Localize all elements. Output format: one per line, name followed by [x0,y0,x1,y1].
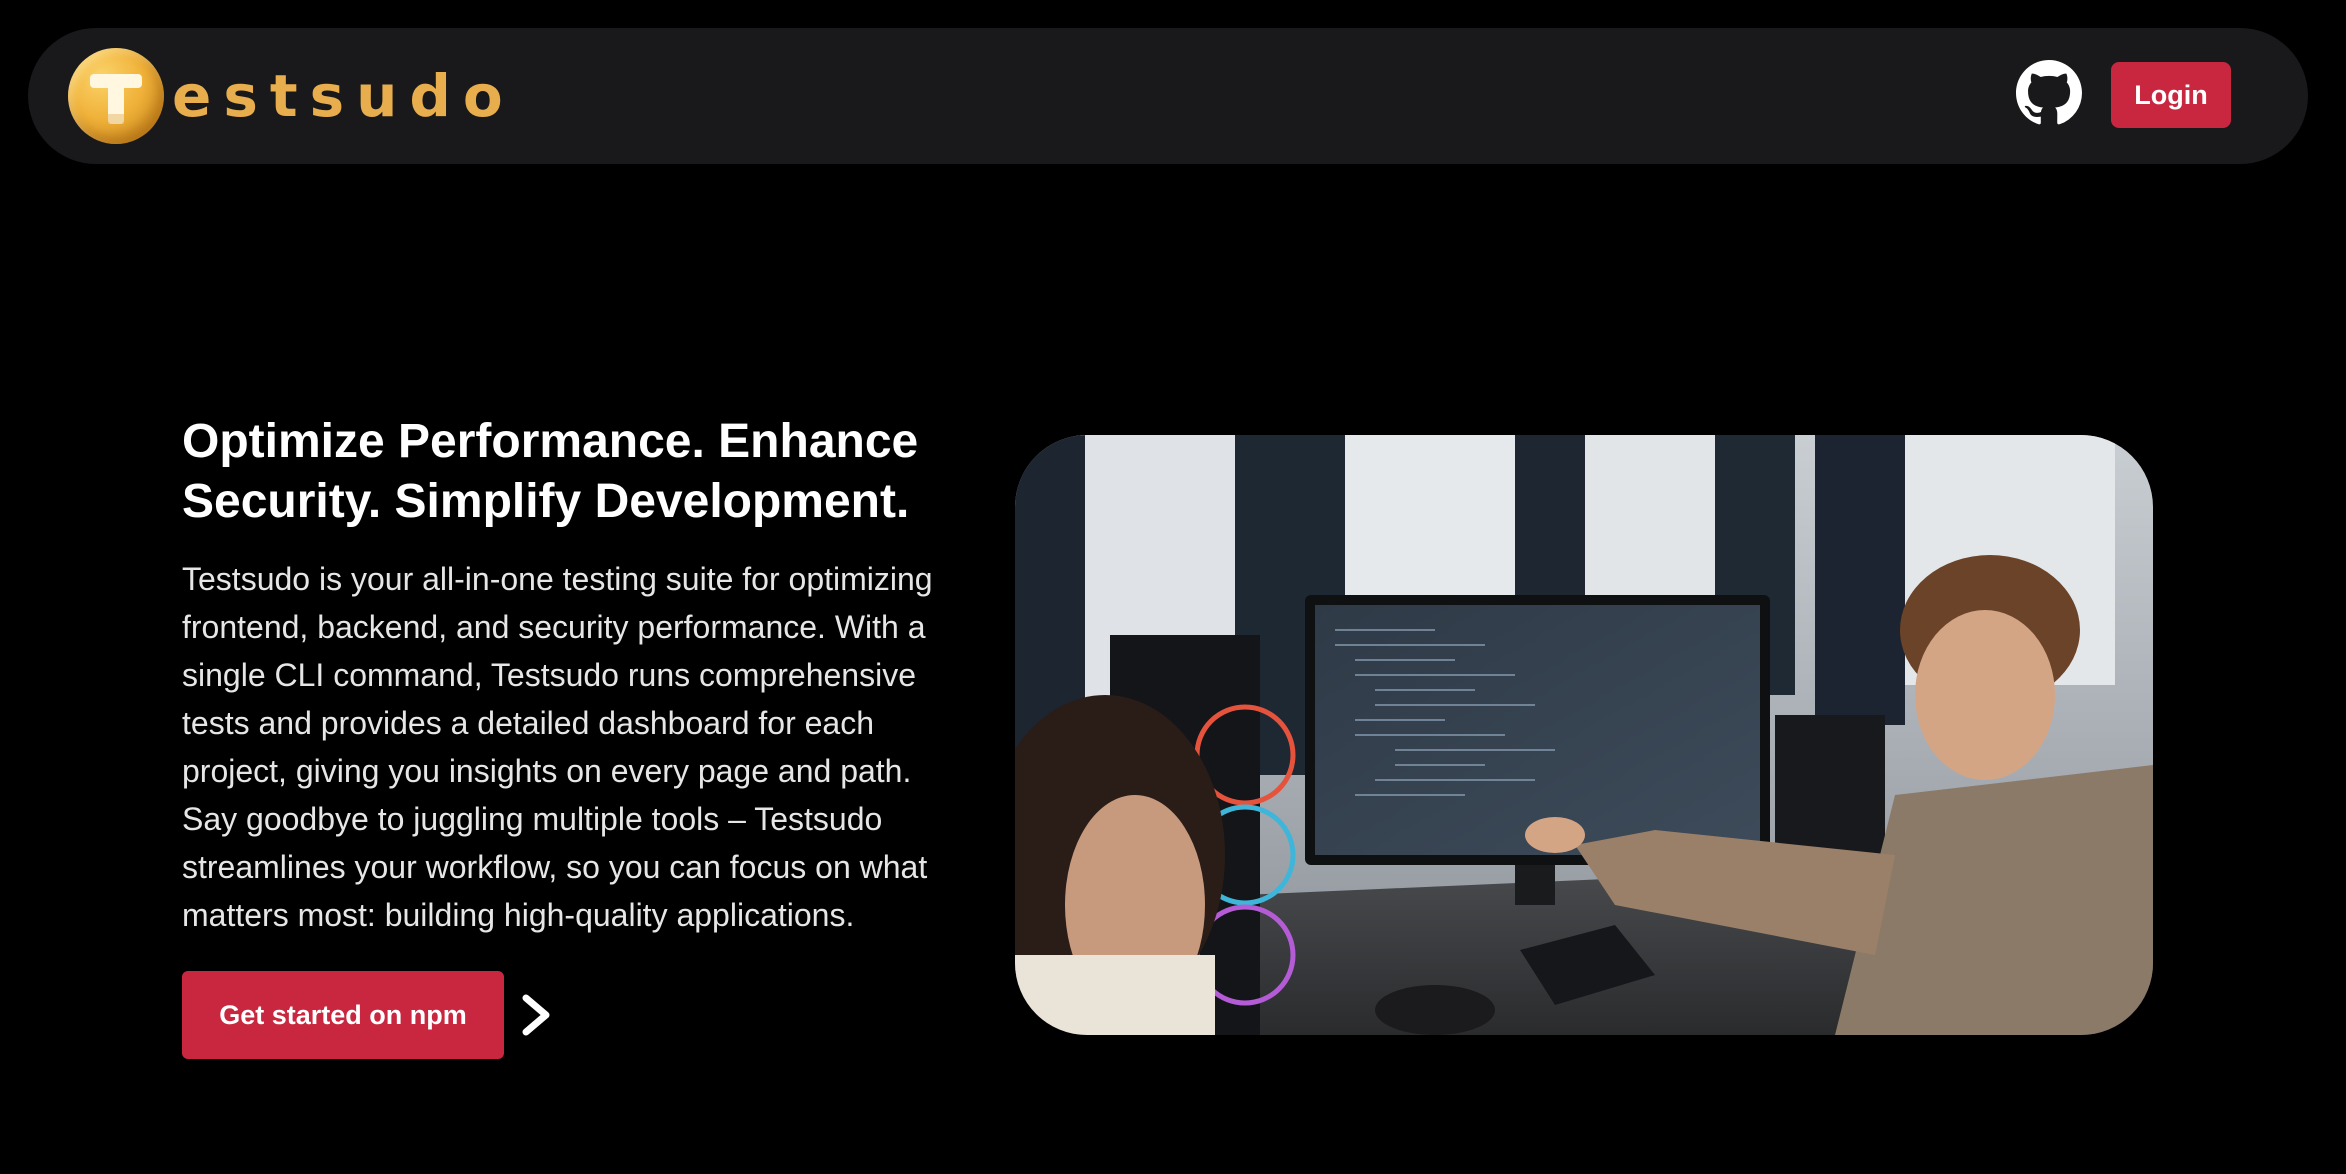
t-letter-icon [90,74,142,124]
navbar: estsudo Login [28,28,2308,164]
hero-image [1015,435,2153,1035]
hero-title: Optimize Performance. Enhance Security. … [182,415,919,528]
get-started-npm-button[interactable]: Get started on npm [182,971,504,1059]
brand-name: estsudo [172,62,515,130]
github-icon[interactable] [2016,60,2082,126]
developers-photo [1015,435,2153,1035]
chevron-right-icon[interactable] [520,994,554,1036]
logo-coin-icon [68,48,164,144]
login-button[interactable]: Login [2111,62,2231,128]
brand-logo[interactable]: estsudo [68,48,515,144]
hero-description: Testsudo is your all-in-one testing suit… [182,561,933,933]
